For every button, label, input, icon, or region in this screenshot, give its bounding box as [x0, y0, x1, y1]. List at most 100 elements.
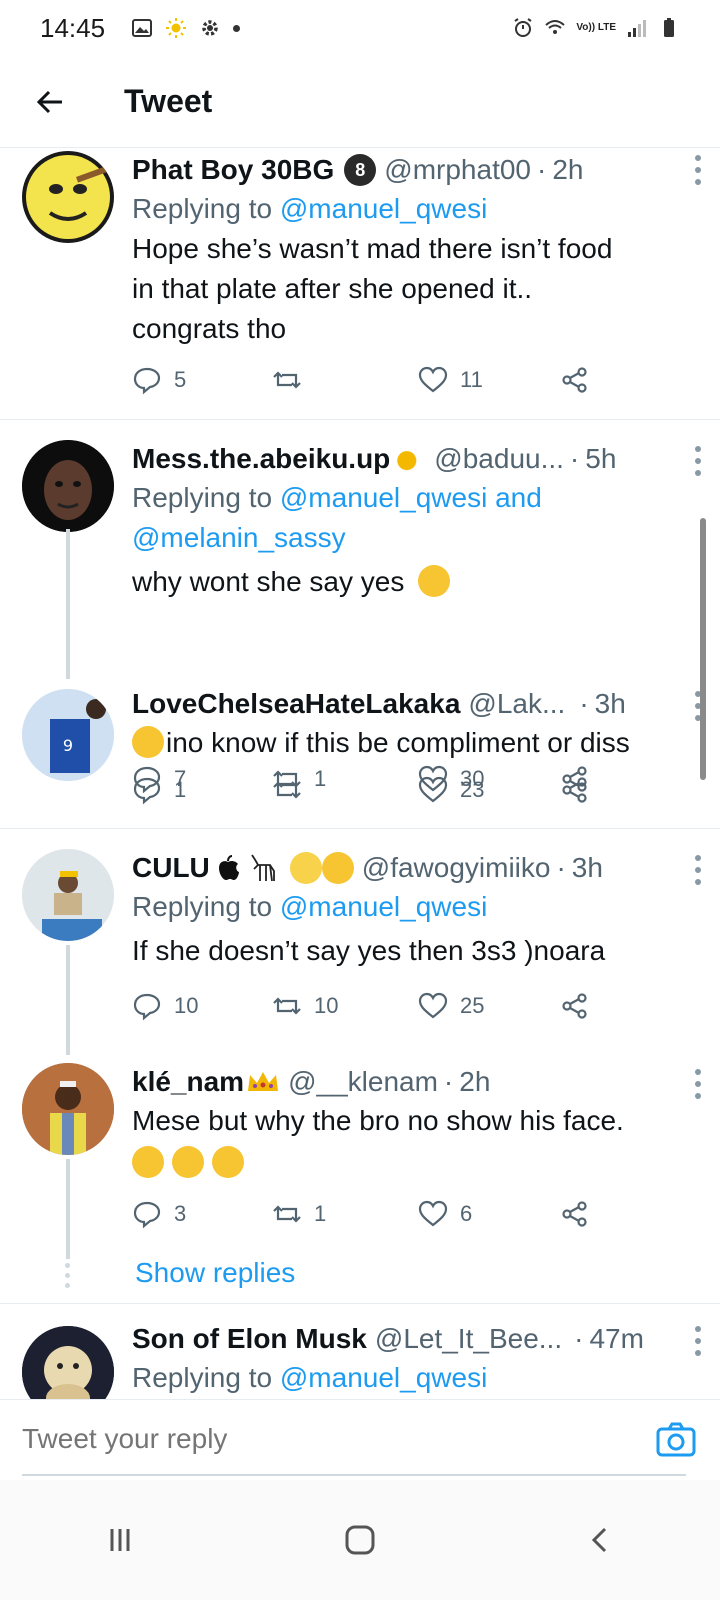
- more-options-icon[interactable]: [694, 1069, 702, 1099]
- tweet-item[interactable]: 9 LoveChelseaHateLakaka @Lak... · 3h ino…: [0, 679, 720, 827]
- reply-icon: [133, 993, 161, 1021]
- emoji-row: [132, 1143, 700, 1183]
- avatar[interactable]: [22, 849, 114, 941]
- tweet-text-content: Mese but why the bro no show his face.: [132, 1105, 624, 1136]
- system-nav-bar: [0, 1480, 720, 1600]
- retweet-button[interactable]: 1: [272, 1199, 326, 1229]
- reply-button[interactable]: 5: [132, 365, 186, 395]
- mention-link[interactable]: @manuel_qwesi: [280, 193, 487, 224]
- back-button[interactable]: [26, 78, 74, 126]
- avatar-image-icon: [22, 1063, 114, 1155]
- replying-to-line: Replying to @manuel_qwesi and: [132, 478, 700, 518]
- retweet-button[interactable]: [272, 775, 314, 805]
- mention-link[interactable]: @manuel_qwesi and: [280, 482, 542, 513]
- like-button[interactable]: 6: [418, 1199, 472, 1229]
- reply-button[interactable]: 3: [132, 1199, 186, 1229]
- mention-link[interactable]: @melanin_sassy: [132, 522, 346, 553]
- author-name[interactable]: CULU: [132, 849, 210, 887]
- tweet-item[interactable]: klé_nam @__klenam · 2h Mese but why the …: [0, 1039, 720, 1301]
- author-name[interactable]: Phat Boy 30BG: [132, 151, 334, 189]
- like-button[interactable]: 11: [418, 365, 483, 395]
- tweet-item[interactable]: Mess.the.abeiku.up @baduu... · 5h Replyi…: [0, 420, 720, 650]
- share-button[interactable]: [560, 365, 590, 395]
- svg-text:9: 9: [63, 736, 73, 755]
- reply-input[interactable]: [22, 1422, 582, 1455]
- share-button[interactable]: [560, 775, 590, 805]
- tweet-text-content: If she doesn’t say yes then 3s3 )noara: [132, 935, 606, 966]
- avatar-image-icon: [22, 440, 114, 532]
- scrollbar[interactable]: [700, 518, 706, 780]
- more-options-icon[interactable]: [694, 446, 702, 476]
- heart-icon: [418, 992, 448, 1019]
- retweet-button[interactable]: [272, 365, 314, 395]
- retweet-count: 10: [314, 993, 339, 1018]
- author-handle[interactable]: @Lak...: [468, 685, 565, 723]
- brightness-icon: [166, 18, 187, 38]
- reply-button[interactable]: 1: [132, 775, 186, 805]
- author-name[interactable]: klé_nam: [132, 1063, 244, 1101]
- share-button[interactable]: [560, 1199, 590, 1229]
- camera-icon[interactable]: [656, 1422, 696, 1458]
- author-handle[interactable]: @__klenam: [288, 1063, 438, 1101]
- badge-icon: 8: [344, 154, 377, 186]
- retweet-button[interactable]: 10: [272, 991, 338, 1021]
- more-options-icon[interactable]: [694, 1326, 702, 1356]
- tweet-actions-row: 10 10 25: [132, 991, 612, 1031]
- tweet-item[interactable]: Son of Elon Musk @Let_It_Bee... · 47m Re…: [0, 1304, 720, 1399]
- network-type-label: Vo)) LTE: [576, 22, 616, 33]
- avatar-image-icon: [22, 849, 114, 941]
- mention-link[interactable]: @manuel_qwesi: [280, 1362, 487, 1393]
- share-icon: [562, 777, 587, 803]
- avatar-image-icon: [26, 155, 110, 239]
- avatar-image-icon: 9: [22, 689, 114, 781]
- retweet-icon: [273, 371, 301, 389]
- reply-icon: [133, 1201, 161, 1229]
- composer-underline: [22, 1474, 686, 1476]
- tweet-item[interactable]: CULU @fawogyimiiko · 3h Replying to @man…: [0, 829, 720, 1055]
- system-back-button[interactable]: [570, 1510, 630, 1570]
- more-options-icon[interactable]: [694, 155, 702, 185]
- author-handle[interactable]: @mrphat00: [384, 151, 531, 189]
- retweet-icon: [273, 1205, 301, 1223]
- author-handle[interactable]: @Let_It_Bee...: [375, 1320, 562, 1358]
- author-name[interactable]: Mess.the.abeiku.up: [132, 440, 390, 478]
- tweet-text: ino know if this be compliment or diss: [132, 723, 700, 763]
- reply-count: 3: [174, 1201, 187, 1226]
- tweet-time: 47m: [589, 1323, 644, 1354]
- alarm-icon: [514, 18, 532, 37]
- avatar[interactable]: 9: [22, 689, 114, 781]
- separator-dot: ·: [443, 1066, 454, 1097]
- like-button[interactable]: 23: [418, 775, 484, 805]
- replying-to-prefix: Replying to: [132, 891, 273, 922]
- show-replies-link[interactable]: Show replies: [135, 1257, 295, 1289]
- more-options-icon[interactable]: [694, 855, 702, 885]
- tweet-item[interactable]: Phat Boy 30BG 8 @mrphat00 · 2h Replying …: [0, 149, 720, 419]
- separator-dot: ·: [579, 688, 589, 719]
- yellow-heart-icon: [321, 852, 354, 884]
- avatar[interactable]: [22, 440, 114, 532]
- avatar[interactable]: [22, 1063, 114, 1155]
- author-handle[interactable]: @baduu...: [434, 440, 564, 478]
- mention-link[interactable]: @manuel_qwesi: [280, 891, 487, 922]
- heart-icon: [418, 776, 448, 803]
- home-button[interactable]: [330, 1510, 390, 1570]
- author-handle[interactable]: @fawogyimiiko: [362, 849, 551, 887]
- tweet-text: why wont she say yes: [132, 562, 700, 602]
- status-bar: 14:45 Vo)) LTE: [0, 0, 720, 56]
- retweet-icon: [273, 997, 301, 1015]
- arrow-left-icon: [36, 90, 62, 113]
- reply-feed: Phat Boy 30BG 8 @mrphat00 · 2h Replying …: [0, 149, 720, 1399]
- author-name[interactable]: Son of Elon Musk: [132, 1320, 367, 1358]
- notification-dot-icon: [233, 24, 241, 32]
- avatar[interactable]: [22, 151, 114, 243]
- author-name[interactable]: LoveChelseaHateLakaka: [132, 685, 460, 723]
- tweet-actions-row: 3 1 6: [132, 1199, 612, 1239]
- like-button[interactable]: 25: [418, 991, 484, 1021]
- separator-dot: ·: [569, 443, 580, 474]
- reply-button[interactable]: 10: [132, 991, 198, 1021]
- signal-icon: [628, 20, 646, 37]
- avatar[interactable]: [22, 1326, 114, 1399]
- recent-apps-button[interactable]: [90, 1510, 150, 1570]
- avatar-image-icon: [22, 1326, 114, 1399]
- share-button[interactable]: [560, 991, 590, 1021]
